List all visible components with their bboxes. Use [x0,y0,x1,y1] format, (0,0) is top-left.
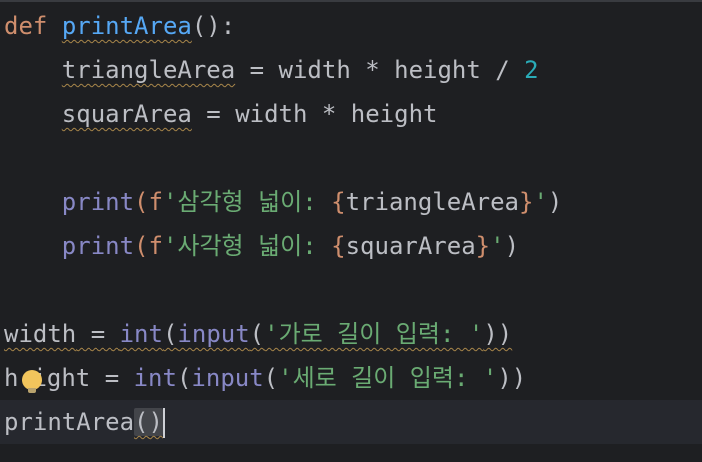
builtin-input: input [177,320,250,348]
code-line-6[interactable]: print(f'사각형 넓이: {squarArea}') [4,224,519,268]
string-literal: '세로 길이 입력: ' [278,364,498,392]
fstring-prefix: (f [134,232,163,260]
code-expression: = width * height / [235,56,525,84]
text-caret [162,408,165,438]
function-call: printArea [4,408,135,436]
code-punct: ( [162,320,178,348]
statement-width: width = int(input('가로 길이 입력: ')) [4,320,512,348]
function-name: printArea [61,12,192,40]
builtin-input: input [191,364,264,392]
assign-op: = [90,364,134,392]
string-literal: '삼각형 넓이: [162,188,332,216]
fstring-brace-open: { [331,232,346,260]
paren-close: ) [148,408,163,436]
paren-open: ( [134,408,149,436]
code-editor[interactable]: def printArea(): triangleArea = width * … [0,0,702,462]
code-punct: ( [249,320,265,348]
code-line-9[interactable]: h ight = int(input('세로 길이 입력: ')) [4,356,526,400]
fstring-expression: squarArea [345,232,476,260]
string-literal-end: ' [490,232,505,260]
code-line-5[interactable]: print(f'삼각형 넓이: {triangleArea}') [4,180,563,224]
code-line-10[interactable]: printArea() [4,400,165,444]
paren-highlight: () [134,408,163,436]
fstring-brace-close: } [475,232,491,260]
string-literal: '사각형 넓이: [162,232,332,260]
code-line-2[interactable]: triangleArea = width * height / 2 [4,48,539,92]
fstring-brace-close: } [519,188,534,216]
code-punct: )) [483,320,513,348]
variable-triangle-area: triangleArea [61,56,236,84]
string-literal: '가로 길이 입력: ' [264,320,484,348]
code-expression: = width * height [191,100,438,128]
number-literal: 2 [524,56,539,84]
keyword-def: def [4,12,48,40]
editor-top-border [0,0,702,2]
assign-op: = [76,320,120,348]
builtin-int: int [119,320,163,348]
lightbulb-icon[interactable] [22,370,42,393]
code-line-1[interactable]: def printArea(): [4,4,235,48]
code-punct: ( [176,364,192,392]
code-line-3[interactable]: squarArea = width * height [4,92,438,136]
code-punct: ) [504,232,520,260]
variable-squar-area: squarArea [61,100,192,128]
variable-width: width [4,320,77,348]
builtin-print: print [61,188,135,216]
builtin-int: int [133,364,177,392]
string-literal-end: ' [533,188,548,216]
code-punct: ( [263,364,279,392]
code-punct: ) [547,188,563,216]
fstring-brace-open: { [331,188,346,216]
code-line-8[interactable]: width = int(input('가로 길이 입력: ')) [4,312,512,356]
code-punct: (): [191,12,236,40]
builtin-print: print [61,232,135,260]
fstring-prefix: (f [134,188,163,216]
variable-height-start: h [4,364,19,392]
code-punct: )) [497,364,527,392]
fstring-expression: triangleArea [345,188,519,216]
